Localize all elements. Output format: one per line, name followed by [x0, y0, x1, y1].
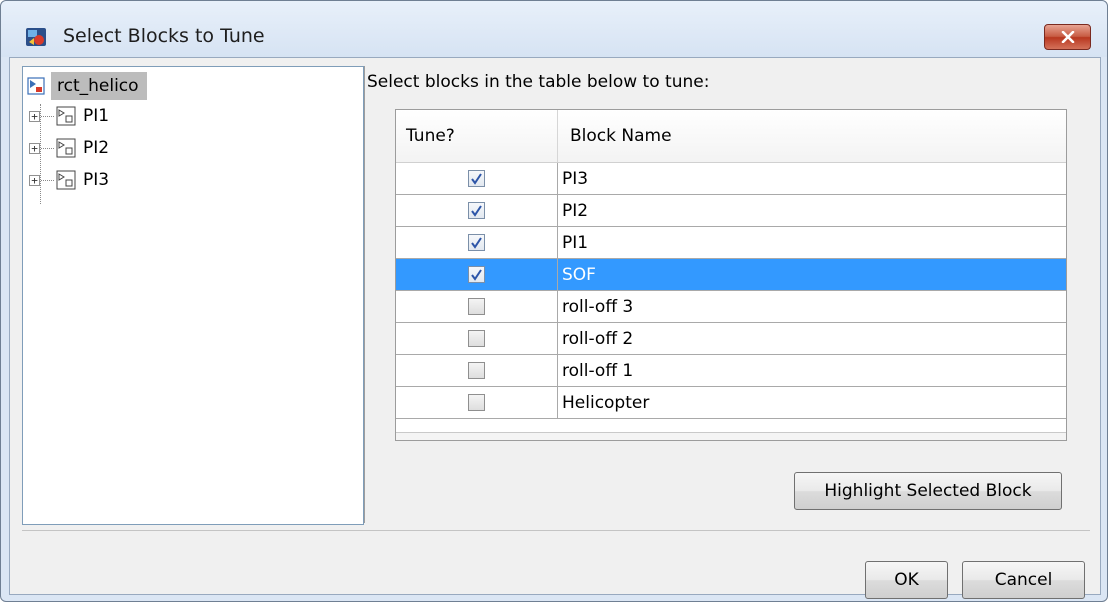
block-name-cell: Helicopter [562, 392, 650, 413]
column-header-tune[interactable]: Tune? [396, 110, 558, 162]
highlight-selected-block-button[interactable]: Highlight Selected Block [794, 472, 1062, 510]
tree-root-node[interactable]: rct_helico [27, 72, 147, 100]
checkmark-icon [471, 236, 482, 249]
tune-checkbox[interactable] [468, 362, 485, 379]
instruction-text: Select blocks in the table below to tune… [367, 72, 710, 92]
tune-checkbox[interactable] [468, 394, 485, 411]
table-row[interactable]: roll-off 3 [396, 291, 1066, 323]
tree-node-pi2[interactable]: + PI2 [29, 135, 109, 161]
tune-checkbox[interactable] [468, 330, 485, 347]
model-tree[interactable]: rct_helico + PI1 + PI2 + PI3 [22, 66, 364, 525]
tune-checkbox[interactable] [468, 202, 485, 219]
tree-node-pi3[interactable]: + PI3 [29, 167, 109, 193]
table-header: Tune? Block Name [396, 110, 1066, 163]
horizontal-scrollbar[interactable] [396, 432, 1066, 440]
expand-icon[interactable]: + [29, 142, 40, 154]
model-icon [27, 77, 45, 95]
tree-root-label: rct_helico [51, 72, 147, 100]
tune-cell [396, 323, 558, 354]
ok-button[interactable]: OK [865, 561, 948, 599]
tune-cell [396, 291, 558, 322]
tune-cell [396, 387, 558, 418]
table-row[interactable]: roll-off 1 [396, 355, 1066, 387]
simulink-app-icon [26, 28, 46, 46]
table-body: PI3 PI2 PI1 SOF roll-off 3 roll-off 2 roll-off… [396, 163, 1066, 419]
tune-checkbox[interactable] [468, 298, 485, 315]
checkmark-icon [471, 268, 482, 281]
window-title: Select Blocks to Tune [63, 25, 265, 47]
expand-icon[interactable]: + [29, 110, 40, 122]
tune-checkbox[interactable] [468, 266, 485, 283]
tune-cell [396, 259, 558, 290]
blocks-table[interactable]: Tune? Block Name PI3 PI2 PI1 SOF roll-off 3 r… [395, 109, 1067, 441]
tune-cell [396, 195, 558, 226]
block-name-cell: PI3 [562, 168, 589, 189]
table-row[interactable]: PI1 [396, 227, 1066, 259]
subsystem-icon [56, 106, 76, 126]
tree-node-label: PI2 [83, 138, 110, 158]
subsystem-icon [56, 170, 76, 190]
close-icon [1061, 31, 1074, 43]
panel-splitter[interactable] [364, 66, 365, 523]
table-row[interactable]: PI3 [396, 163, 1066, 195]
bottom-divider [22, 530, 1090, 531]
block-name-cell: PI1 [562, 232, 589, 253]
tune-cell [396, 227, 558, 258]
checkmark-icon [471, 172, 482, 185]
checkmark-icon [471, 204, 482, 217]
block-name-cell: SOF [562, 264, 596, 285]
title-bar: Select Blocks to Tune [1, 1, 1107, 57]
table-row[interactable]: SOF [396, 259, 1066, 291]
table-row[interactable]: roll-off 2 [396, 323, 1066, 355]
tune-cell [396, 355, 558, 386]
tree-node-label: PI3 [83, 170, 110, 190]
tree-node-pi1[interactable]: + PI1 [29, 103, 109, 129]
subsystem-icon [56, 138, 76, 158]
tune-cell [396, 163, 558, 194]
close-button[interactable] [1044, 24, 1091, 50]
block-name-cell: roll-off 2 [562, 328, 634, 349]
block-name-cell: roll-off 1 [562, 360, 634, 381]
table-row[interactable]: PI2 [396, 195, 1066, 227]
tree-node-label: PI1 [83, 106, 110, 126]
column-header-block-name[interactable]: Block Name [558, 110, 672, 162]
table-row[interactable]: Helicopter [396, 387, 1066, 419]
cancel-button[interactable]: Cancel [962, 561, 1085, 599]
block-name-cell: PI2 [562, 200, 589, 221]
tune-checkbox[interactable] [468, 234, 485, 251]
dialog-body: rct_helico + PI1 + PI2 + PI3 Select bloc… [9, 57, 1101, 599]
block-name-cell: roll-off 3 [562, 296, 634, 317]
dialog-window: Select Blocks to Tune rct_helico + PI1 +… [0, 0, 1108, 602]
tune-checkbox[interactable] [468, 170, 485, 187]
expand-icon[interactable]: + [29, 174, 40, 186]
